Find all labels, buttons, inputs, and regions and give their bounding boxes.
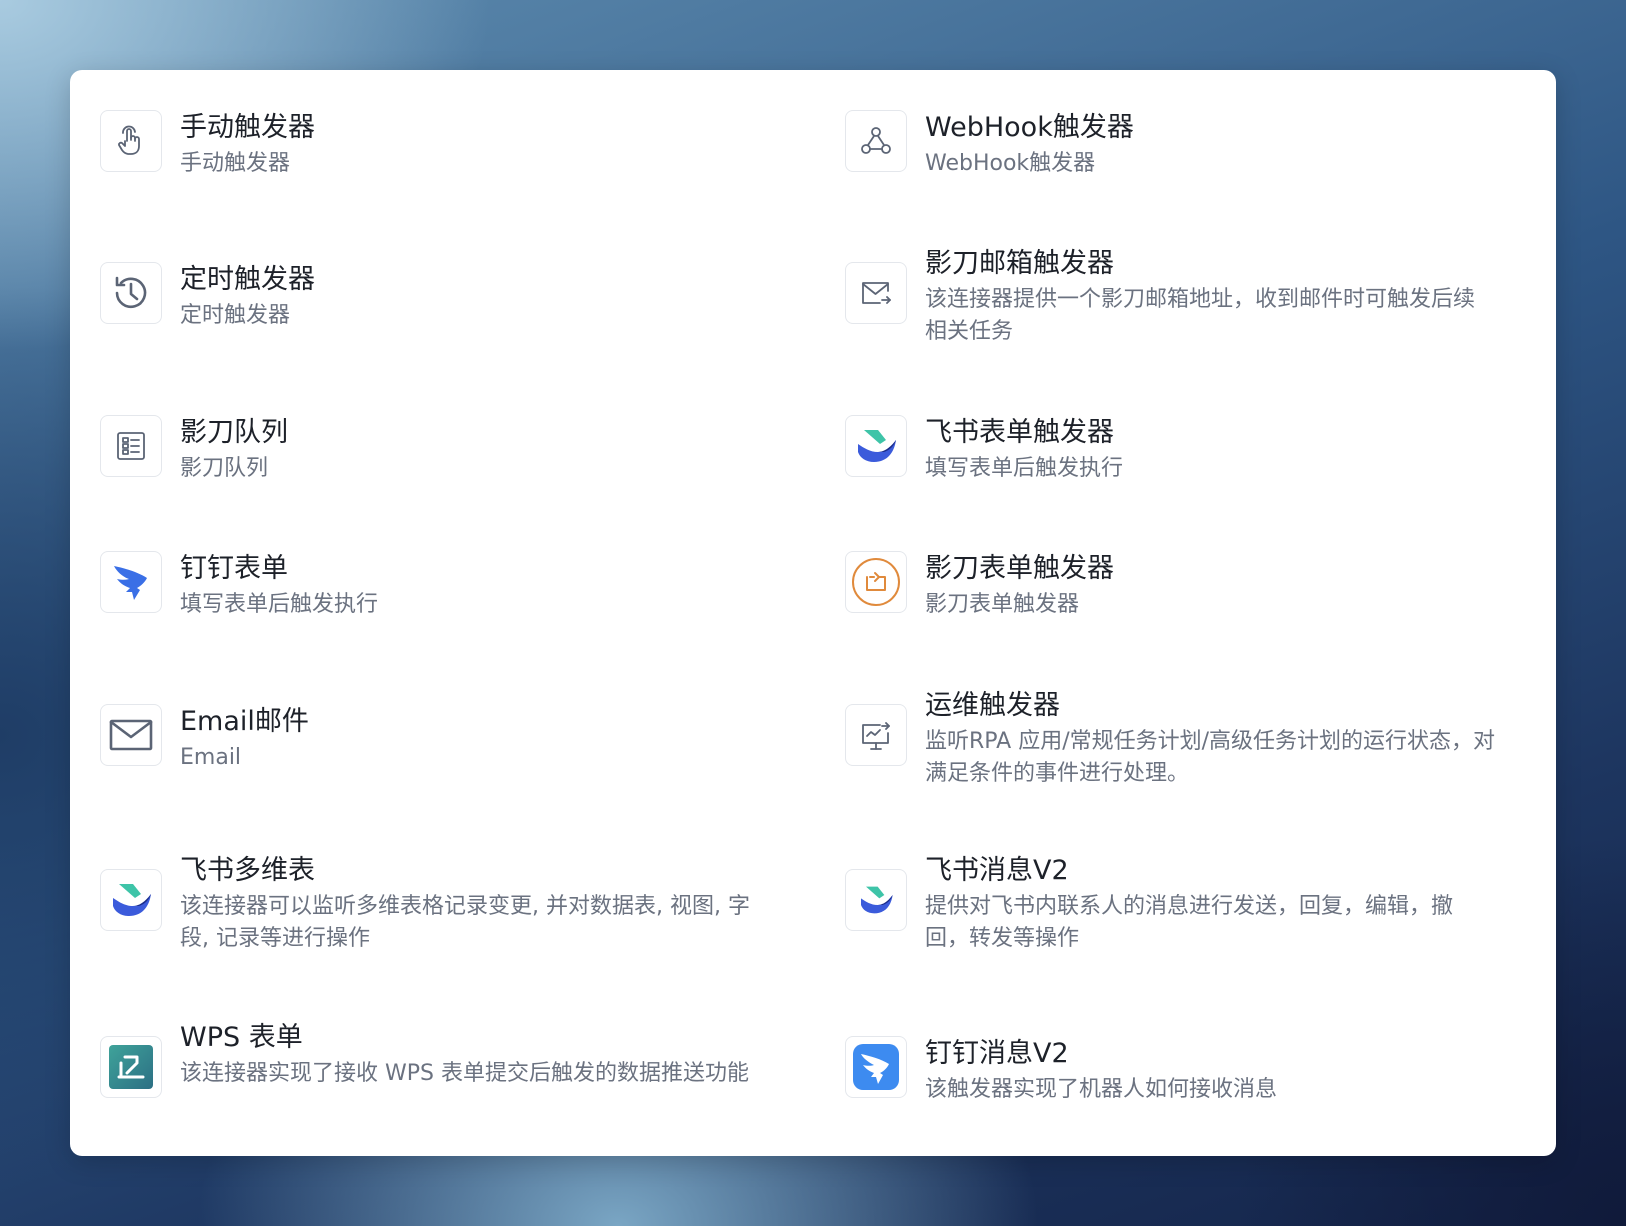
trigger-description: 手动触发器 [180,151,291,176]
feishu-logo-icon [845,869,907,931]
trigger-item-webhook[interactable]: WebHook触发器 WebHook触发器 [815,110,1495,220]
trigger-item-yingdao-mail[interactable]: 影刀邮箱触发器 该连接器提供一个影刀邮箱地址，收到邮件时可触发后续相关任务 [815,248,1495,372]
trigger-description: 定时触发器 [180,303,291,328]
hand-pointer-icon [100,110,162,172]
trigger-item-queue[interactable]: 影刀队列 影刀队列 [70,415,750,525]
feishu-logo-icon [845,415,907,477]
trigger-title: 飞书消息V2 [925,855,1069,886]
trigger-item-feishu-bitable[interactable]: 飞书多维表 该连接器可以监听多维表格记录变更, 并对数据表, 视图, 字段, 记… [70,855,750,979]
envelope-icon [100,704,162,766]
trigger-selection-panel: 手动触发器 手动触发器 WebHook触发器 WebHook触发器 定时触发器 … [70,70,1556,1156]
trigger-item-scheduled[interactable]: 定时触发器 定时触发器 [70,262,750,372]
trigger-description: 该连接器提供一个影刀邮箱地址，收到邮件时可触发后续相关任务 [925,287,1476,344]
history-clock-icon [100,262,162,324]
trigger-description: 该触发器实现了机器人如何接收消息 [925,1077,1278,1102]
trigger-description: 影刀队列 [180,456,269,481]
trigger-description: Email [180,745,242,770]
trigger-title: 影刀队列 [180,417,288,448]
trigger-item-dingtalk-message[interactable]: 钉钉消息V2 该触发器实现了机器人如何接收消息 [815,1036,1495,1146]
trigger-description: WebHook触发器 [925,151,1096,176]
feishu-logo-icon [100,869,162,931]
trigger-title: 定时触发器 [180,264,315,295]
trigger-grid: 手动触发器 手动触发器 WebHook触发器 WebHook触发器 定时触发器 … [70,70,1556,1156]
dingtalk-logo-icon [100,551,162,613]
trigger-title: 钉钉消息V2 [925,1038,1069,1069]
trigger-description: 填写表单后触发执行 [180,592,379,617]
trigger-title: 运维触发器 [925,690,1060,721]
trigger-description: 该连接器可以监听多维表格记录变更, 并对数据表, 视图, 字段, 记录等进行操作 [180,894,750,951]
trigger-item-email[interactable]: Email邮件 Email [70,704,750,814]
trigger-title: WPS 表单 [180,1022,303,1053]
trigger-description: 影刀表单触发器 [925,592,1080,617]
trigger-description: 该连接器实现了接收 WPS 表单提交后触发的数据推送功能 [180,1061,749,1086]
trigger-description: 填写表单后触发执行 [925,456,1124,481]
wps-form-icon [100,1036,162,1098]
trigger-title: WebHook触发器 [925,112,1134,143]
queue-list-icon [100,415,162,477]
webhook-icon [845,110,907,172]
trigger-title: 钉钉表单 [180,553,288,584]
mail-forward-icon [845,262,907,324]
trigger-item-yingdao-form[interactable]: 影刀表单触发器 影刀表单触发器 [815,551,1495,661]
trigger-item-feishu-message[interactable]: 飞书消息V2 提供对飞书内联系人的消息进行发送，回复，编辑，撤回，转发等操作 [815,855,1495,979]
trigger-title: 手动触发器 [180,112,315,143]
trigger-item-wps-form[interactable]: WPS 表单 该连接器实现了接收 WPS 表单提交后触发的数据推送功能 [70,1022,750,1146]
trigger-title: 飞书多维表 [180,855,315,886]
monitor-ops-icon [845,704,907,766]
trigger-item-dingtalk-form[interactable]: 钉钉表单 填写表单后触发执行 [70,551,750,661]
dingtalk-app-icon [845,1036,907,1098]
trigger-item-feishu-form[interactable]: 飞书表单触发器 填写表单后触发执行 [815,415,1495,525]
trigger-item-ops[interactable]: 运维触发器 监听RPA 应用/常规任务计划/高级任务计划的运行状态，对满足条件的… [815,690,1496,814]
trigger-description: 监听RPA 应用/常规任务计划/高级任务计划的运行状态，对满足条件的事件进行处理… [925,729,1496,786]
trigger-title: 飞书表单触发器 [925,417,1114,448]
form-trigger-icon [845,551,907,613]
trigger-title: 影刀邮箱触发器 [925,248,1114,279]
trigger-item-manual[interactable]: 手动触发器 手动触发器 [70,110,750,220]
trigger-title: Email邮件 [180,706,309,737]
trigger-title: 影刀表单触发器 [925,553,1114,584]
trigger-description: 提供对飞书内联系人的消息进行发送，回复，编辑，撤回，转发等操作 [925,894,1454,951]
